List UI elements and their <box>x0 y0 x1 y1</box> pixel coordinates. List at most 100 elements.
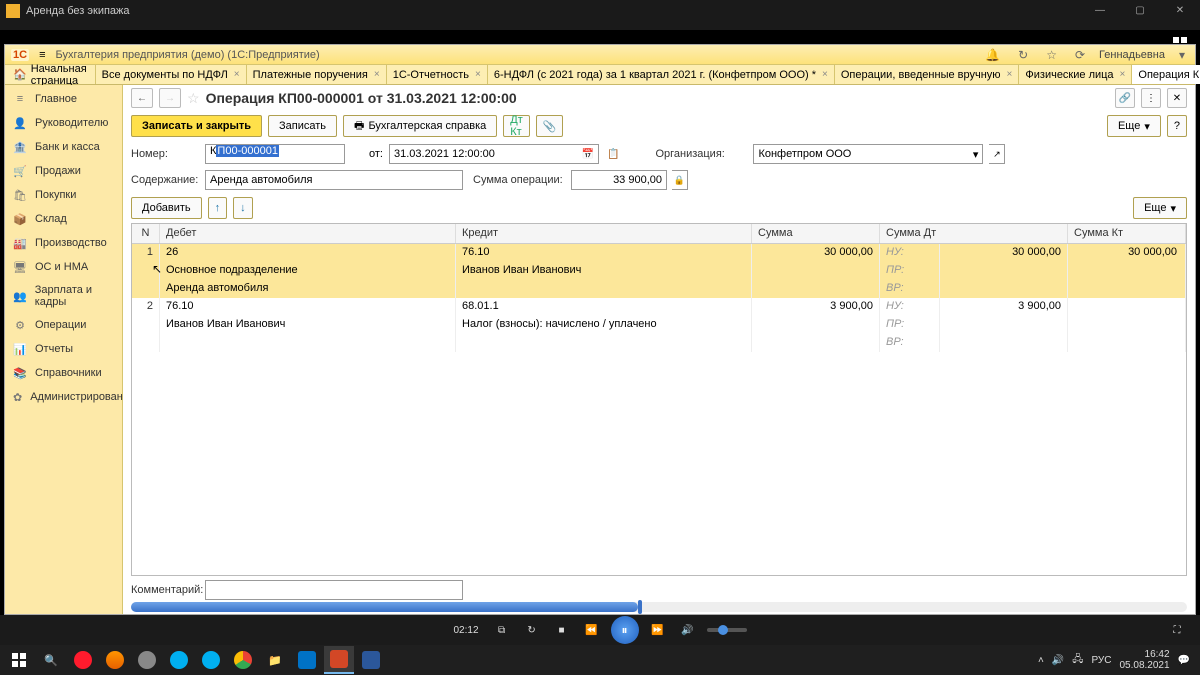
stop-button[interactable]: ■ <box>551 619 573 641</box>
back-button[interactable]: ← <box>131 88 153 108</box>
explorer-icon[interactable]: 📁 <box>260 646 290 674</box>
user-name[interactable]: Геннадьевна <box>1099 49 1165 61</box>
sidebar-item-admin[interactable]: ✿Администрирование <box>5 385 122 409</box>
content-input[interactable] <box>205 170 463 190</box>
sum-label: Сумма операции: <box>473 174 565 186</box>
opera-icon[interactable] <box>68 646 98 674</box>
system-tray[interactable]: ˄ 🔊 🖧 РУС 16:42 05.08.2021 💬 <box>1038 649 1196 671</box>
forward-button[interactable]: ⏩ <box>647 619 669 641</box>
tab-operation[interactable]: Операция КП00-000001 от 31.03.2021 12:00… <box>1132 65 1200 84</box>
close-button[interactable]: ✕ <box>1160 0 1200 20</box>
bell-icon[interactable]: 🔔 <box>981 48 1004 62</box>
outlook-icon[interactable] <box>292 646 322 674</box>
org-select[interactable]: Конфетпром ООО▾ <box>753 144 983 164</box>
favorite-button[interactable]: ☆ <box>187 90 200 107</box>
star-icon[interactable]: ☆ <box>1042 48 1061 62</box>
skype-icon[interactable] <box>164 646 194 674</box>
tray-volume-icon[interactable]: 🔊 <box>1052 655 1064 666</box>
sidebar-item-main[interactable]: ≡Главное <box>5 87 122 111</box>
tab-manual-ops[interactable]: Операции, введенные вручную× <box>835 65 1020 84</box>
add-button[interactable]: Добавить <box>131 197 202 219</box>
sidebar-item-production[interactable]: 🏭Производство <box>5 231 122 255</box>
table-row[interactable]: 2 76.10 68.01.1 3 900,00 НУ: 3 900,00 Ив… <box>132 298 1186 352</box>
link-button[interactable]: 🔗 <box>1115 88 1135 108</box>
tray-lang[interactable]: РУС <box>1091 655 1111 666</box>
word-icon[interactable] <box>356 646 386 674</box>
play-pause-button[interactable]: ⏸ <box>611 616 639 644</box>
tray-clock[interactable]: 16:42 05.08.2021 <box>1119 649 1169 671</box>
menu-dots-button[interactable]: ⋮ <box>1141 88 1161 108</box>
loop-button[interactable]: ↻ <box>521 619 543 641</box>
sidebar-item-bank[interactable]: 🏦Банк и касса <box>5 135 122 159</box>
date-input[interactable]: 31.03.2021 12:00:00📅 <box>389 144 599 164</box>
sync-icon[interactable]: ⟳ <box>1071 48 1089 62</box>
move-down-button[interactable]: ↓ <box>233 197 253 219</box>
close-icon[interactable]: × <box>822 69 828 80</box>
tab-home[interactable]: 🏠 Начальная страница <box>5 65 96 84</box>
menu-icon[interactable]: ≡ <box>39 49 45 61</box>
start-button[interactable] <box>4 646 34 674</box>
more-button[interactable]: Еще ▾ <box>1107 115 1161 137</box>
dt-kt-button[interactable]: ДтКт <box>503 115 530 137</box>
help-button[interactable]: ? <box>1167 115 1187 137</box>
sidebar-item-operations[interactable]: ⚙Операции <box>5 313 122 337</box>
tray-notification-icon[interactable]: 💬 <box>1178 655 1190 666</box>
org-open-button[interactable]: ↗ <box>989 144 1005 164</box>
chart-icon: 📊 <box>13 342 27 356</box>
entries-grid[interactable]: N Дебет Кредит Сумма Сумма Дт Сумма Кт 1… <box>131 223 1187 576</box>
sidebar-item-sales[interactable]: 🛒Продажи <box>5 159 122 183</box>
sidebar-item-warehouse[interactable]: 📦Склад <box>5 207 122 231</box>
history-icon[interactable]: ↻ <box>1014 48 1032 62</box>
user-dropdown-icon[interactable]: ▾ <box>1175 48 1189 62</box>
sidebar-item-salary[interactable]: 👥Зарплата и кадры <box>5 279 122 313</box>
chevron-down-icon[interactable]: ▾ <box>973 148 979 161</box>
fullscreen-button[interactable]: ⛶ <box>1166 619 1188 641</box>
main-panel: ← → ☆ Операция КП00-000001 от 31.03.2021… <box>123 85 1195 614</box>
tray-chevron-icon[interactable]: ˄ <box>1038 655 1044 666</box>
screenshot-button[interactable]: ⧉ <box>491 619 513 641</box>
tray-network-icon[interactable]: 🖧 <box>1072 652 1083 669</box>
close-icon[interactable]: × <box>1120 69 1126 80</box>
save-close-button[interactable]: Записать и закрыть <box>131 115 262 137</box>
sidebar-item-catalogs[interactable]: 📚Справочники <box>5 361 122 385</box>
chrome-icon[interactable] <box>228 646 258 674</box>
attach-button[interactable]: 📎 <box>536 115 564 137</box>
sidebar-item-manager[interactable]: 👤Руководителю <box>5 111 122 135</box>
list-more-button[interactable]: Еще ▾ <box>1133 197 1187 219</box>
calendar-ext-icon[interactable]: 📋 <box>607 149 619 160</box>
panel-close-button[interactable]: ✕ <box>1167 88 1187 108</box>
number-input[interactable]: КП00-000001 <box>205 144 345 164</box>
volume-button[interactable]: 🔊 <box>677 619 699 641</box>
horizontal-scrollbar[interactable] <box>131 602 1187 612</box>
powerpoint-icon[interactable] <box>324 646 354 674</box>
search-button[interactable]: 🔍 <box>36 646 66 674</box>
lock-icon[interactable]: 🔒 <box>672 170 688 190</box>
sidebar-item-assets[interactable]: 🖥ОС и НМА <box>5 255 122 279</box>
close-icon[interactable]: × <box>374 69 380 80</box>
calendar-icon[interactable]: 📅 <box>582 149 594 160</box>
app-icon[interactable] <box>132 646 162 674</box>
move-up-button[interactable]: ↑ <box>208 197 228 219</box>
close-icon[interactable]: × <box>1007 69 1013 80</box>
sidebar-item-purchases[interactable]: 🛍Покупки <box>5 183 122 207</box>
comment-input[interactable] <box>205 580 463 600</box>
tab-6ndfl[interactable]: 6-НДФЛ (с 2021 года) за 1 квартал 2021 г… <box>488 65 835 84</box>
forward-button[interactable]: → <box>159 88 181 108</box>
firefox-icon[interactable] <box>100 646 130 674</box>
close-icon[interactable]: × <box>234 69 240 80</box>
rewind-button[interactable]: ⏪ <box>581 619 603 641</box>
sidebar-item-reports[interactable]: 📊Отчеты <box>5 337 122 361</box>
volume-slider[interactable] <box>707 628 747 632</box>
tab-1c-report[interactable]: 1С-Отчетность× <box>387 65 488 84</box>
maximize-button[interactable]: ▢ <box>1120 0 1160 20</box>
close-icon[interactable]: × <box>475 69 481 80</box>
acc-note-button[interactable]: 🖶Бухгалтерская справка <box>343 115 497 137</box>
tab-ndfl-docs[interactable]: Все документы по НДФЛ× <box>96 65 247 84</box>
minimize-button[interactable]: — <box>1080 0 1120 20</box>
tab-payments[interactable]: Платежные поручения× <box>247 65 387 84</box>
skype2-icon[interactable] <box>196 646 226 674</box>
sum-input[interactable] <box>571 170 667 190</box>
tab-persons[interactable]: Физические лица× <box>1019 65 1132 84</box>
table-row[interactable]: 1 26 76.10 30 000,00 НУ: 30 000,00 30 00… <box>132 244 1186 298</box>
save-button[interactable]: Записать <box>268 115 337 137</box>
